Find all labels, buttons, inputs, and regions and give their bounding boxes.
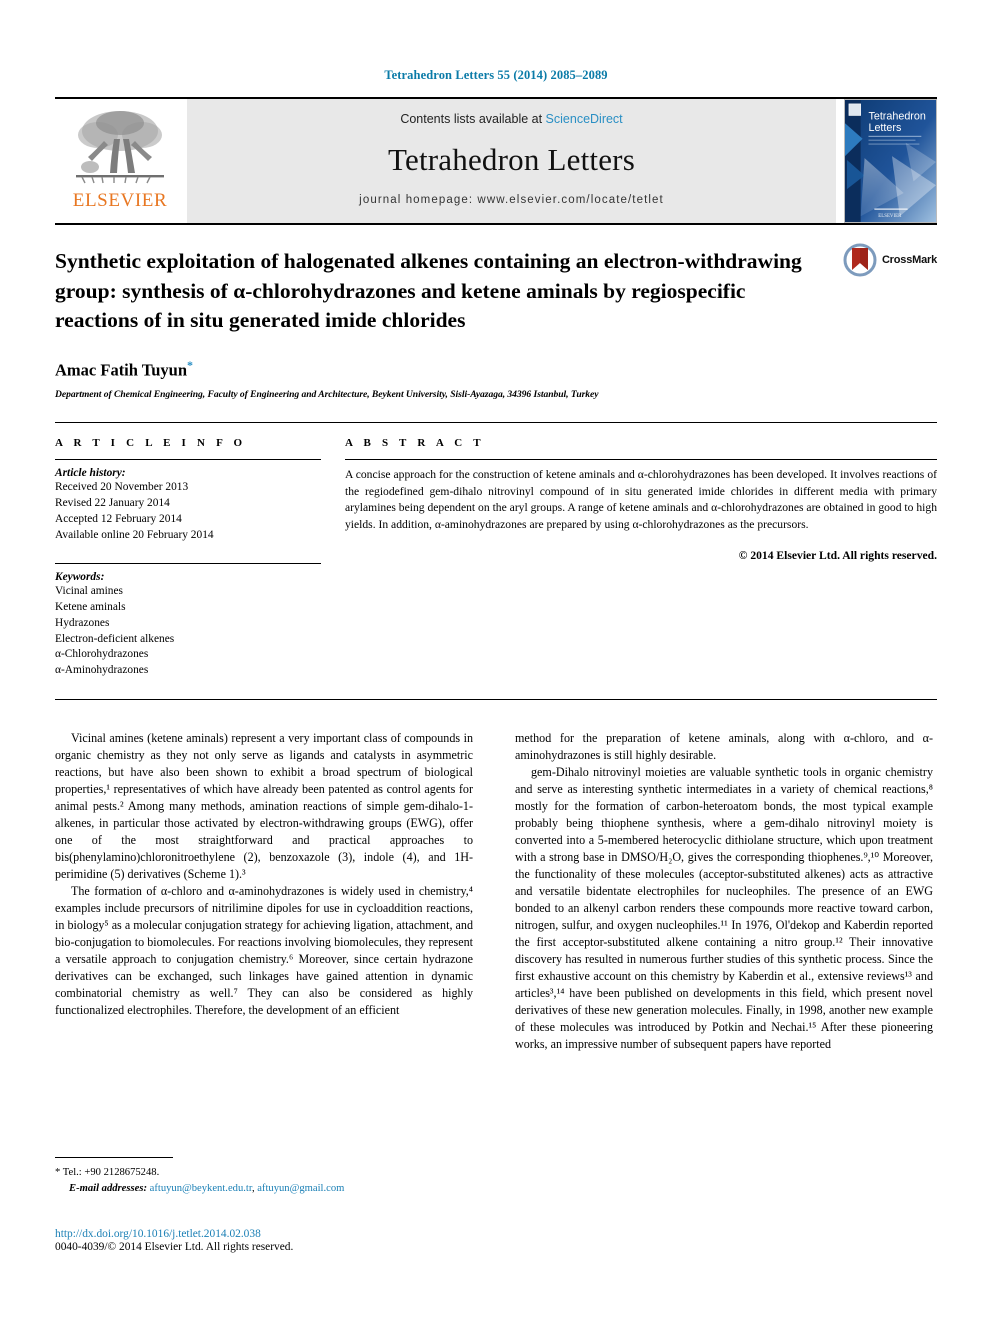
journal-homepage-link[interactable]: journal homepage: www.elsevier.com/locat… bbox=[359, 194, 664, 206]
history-received: Received 20 November 2013 bbox=[55, 481, 189, 494]
keyword-item: Ketene aminals bbox=[55, 601, 126, 614]
author-label: Amac Fatih Tuyun bbox=[55, 360, 188, 380]
crossmark-icon bbox=[843, 243, 877, 277]
article-info-heading: A R T I C L E I N F O bbox=[55, 437, 247, 450]
elsevier-wordmark: ELSEVIER bbox=[72, 190, 168, 211]
body-paragraph: gem-Dihalo nitrovinyl moieties are valua… bbox=[515, 764, 933, 1051]
footnote-rule bbox=[55, 1157, 173, 1158]
history-available-online: Available online 20 February 2014 bbox=[55, 528, 214, 541]
journal-title: Tetrahedron Letters bbox=[388, 142, 635, 177]
article-history-label: Article history: bbox=[55, 467, 126, 480]
journal-band: Contents lists available at ScienceDirec… bbox=[187, 99, 836, 223]
svg-text:ELSEVIER: ELSEVIER bbox=[878, 214, 902, 219]
sciencedirect-link[interactable]: ScienceDirect bbox=[546, 112, 623, 126]
body-paragraph: Vicinal amines (ketene aminals) represen… bbox=[55, 730, 473, 881]
email-link-personal[interactable]: aftuyun@gmail.com bbox=[257, 1183, 344, 1194]
author-affiliation: Department of Chemical Engineering, Facu… bbox=[55, 389, 599, 401]
article-page: Tetrahedron Letters 55 (2014) 2085–2089 bbox=[0, 0, 992, 1323]
footnote-marker: * bbox=[55, 1167, 61, 1178]
doi-link[interactable]: http://dx.doi.org/10.1016/j.tetlet.2014.… bbox=[55, 1228, 655, 1240]
abstract-heading: A B S T R A C T bbox=[345, 437, 485, 450]
keyword-item: α-Chlorohydrazones bbox=[55, 648, 149, 661]
footnote-emails: E-mail addresses: aftuyun@beykent.edu.tr… bbox=[55, 1181, 473, 1197]
contents-prefix: Contents lists available at bbox=[400, 112, 546, 126]
abstract-text: A concise approach for the construction … bbox=[345, 468, 937, 531]
history-accepted: Accepted 12 February 2014 bbox=[55, 512, 182, 525]
author-name: Amac Fatih Tuyun* bbox=[55, 358, 937, 381]
corresponding-author-footnote: * Tel.: +90 2128675248. E-mail addresses… bbox=[55, 1157, 473, 1197]
abstract-column: A B S T R A C T A concise approach for t… bbox=[345, 437, 937, 678]
footnote-tel: * Tel.: +90 2128675248. bbox=[55, 1165, 473, 1181]
email-addresses-label: E-mail addresses: bbox=[69, 1182, 147, 1194]
journal-masthead: ELSEVIER Contents lists available at Sci… bbox=[55, 97, 937, 223]
article-info-column: A R T I C L E I N F O Article history: R… bbox=[55, 437, 345, 678]
keyword-item: Electron-deficient alkenes bbox=[55, 632, 175, 645]
body-paragraph: method for the preparation of ketene ami… bbox=[515, 730, 933, 762]
elsevier-tree-icon bbox=[68, 105, 172, 193]
footnote-tel-text: Tel.: +90 2128675248. bbox=[62, 1167, 160, 1178]
article-info-rule bbox=[55, 459, 321, 461]
running-head: Tetrahedron Letters 55 (2014) 2085–2089 bbox=[384, 68, 608, 82]
abstract-copyright: © 2014 Elsevier Ltd. All rights reserved… bbox=[738, 549, 937, 563]
crossmark-badge[interactable]: CrossMark bbox=[843, 243, 937, 277]
body-column-left: Vicinal amines (ketene aminals) represen… bbox=[55, 730, 473, 1053]
svg-text:Tetrahedron: Tetrahedron bbox=[868, 110, 925, 122]
body-paragraph: The formation of α-chloro and α-aminohyd… bbox=[55, 883, 473, 1017]
author-corresponding-marker[interactable]: * bbox=[187, 358, 193, 372]
issn-copyright: 0040-4039/© 2014 Elsevier Ltd. All right… bbox=[55, 1241, 294, 1253]
keywords-rule bbox=[55, 563, 321, 565]
title-block: CrossMark Synthetic exploitation of halo… bbox=[55, 225, 937, 400]
journal-cover-thumbnail[interactable]: Tetrahedron Letters ELSEVIER bbox=[844, 99, 937, 223]
elsevier-logo: ELSEVIER bbox=[55, 99, 185, 223]
email-link-institutional[interactable]: aftuyun@beykent.edu.tr bbox=[150, 1183, 252, 1194]
history-revised: Revised 22 January 2014 bbox=[55, 497, 170, 510]
crossmark-label: CrossMark bbox=[881, 254, 937, 266]
page-title: Synthetic exploitation of halogenated al… bbox=[55, 249, 802, 333]
keyword-item: Hydrazones bbox=[55, 616, 110, 629]
contents-available-line: Contents lists available at ScienceDirec… bbox=[400, 112, 622, 126]
abstract-rule bbox=[345, 459, 937, 461]
keyword-item: α-Aminohydrazones bbox=[55, 664, 149, 677]
svg-text:Letters: Letters bbox=[868, 122, 901, 134]
body-columns: Vicinal amines (ketene aminals) represen… bbox=[55, 730, 937, 1053]
keywords-block: Keywords: Vicinal amines Ketene aminals … bbox=[55, 563, 321, 678]
keyword-item: Vicinal amines bbox=[55, 585, 123, 598]
page-footer: http://dx.doi.org/10.1016/j.tetlet.2014.… bbox=[55, 1228, 655, 1253]
keywords-label: Keywords: bbox=[55, 571, 105, 584]
info-abstract-block: A R T I C L E I N F O Article history: R… bbox=[55, 422, 937, 700]
body-column-right: method for the preparation of ketene ami… bbox=[515, 730, 933, 1053]
